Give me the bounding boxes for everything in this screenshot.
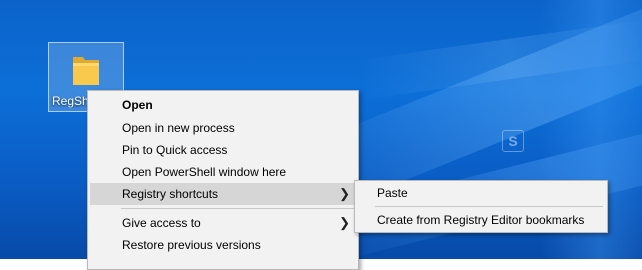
menu-separator	[121, 208, 354, 209]
chevron-right-icon: ❯	[339, 186, 350, 201]
watermark-logo-icon: S	[502, 130, 524, 152]
chevron-right-icon: ❯	[339, 215, 350, 230]
submenu-item-create-from-bookmarks[interactable]: Create from Registry Editor bookmarks	[357, 209, 605, 231]
menu-item-restore-versions[interactable]: Restore previous versions	[90, 234, 356, 256]
menu-item-open-new-process[interactable]: Open in new process	[90, 117, 356, 139]
menu-item-registry-shortcuts[interactable]: Registry shortcuts ❯	[90, 183, 356, 205]
menu-item-label: Give access to	[122, 216, 201, 230]
menu-item-open-powershell[interactable]: Open PowerShell window here	[90, 161, 356, 183]
registry-shortcuts-submenu: Paste Create from Registry Editor bookma…	[354, 180, 608, 233]
submenu-item-paste[interactable]: Paste	[357, 182, 605, 204]
menu-separator	[375, 206, 603, 207]
menu-item-pin-quick-access[interactable]: Pin to Quick access	[90, 139, 356, 161]
folder-icon	[73, 57, 99, 85]
menu-item-give-access[interactable]: Give access to ❯	[90, 212, 356, 234]
menu-item-open[interactable]: Open	[90, 94, 356, 116]
menu-item-label: Registry shortcuts	[122, 187, 219, 201]
context-menu: Open Open in new process Pin to Quick ac…	[87, 90, 359, 270]
